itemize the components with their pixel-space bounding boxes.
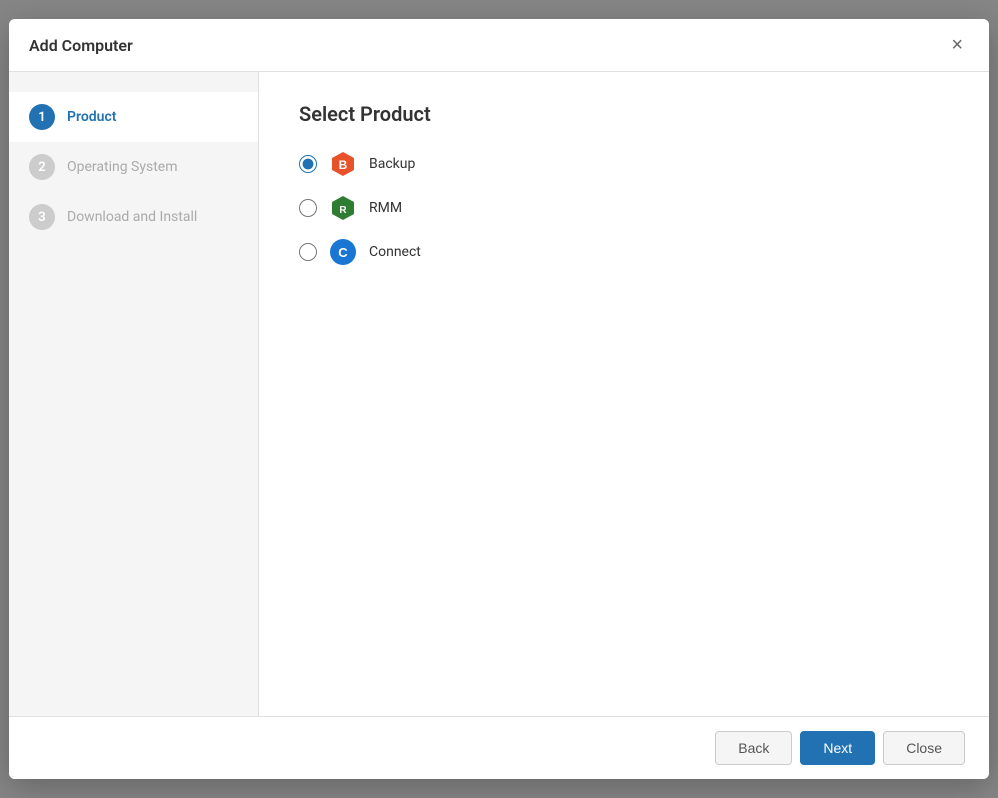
svg-text:R: R [339,205,347,216]
modal-overlay: Add Computer × 1 Product 2 Operating Sys… [0,0,998,798]
main-content: Select Product B Backup [259,72,989,716]
product-item-backup[interactable]: B Backup [299,150,949,178]
product-list: B Backup R RMM [299,150,949,266]
radio-rmm[interactable] [299,199,317,217]
back-button[interactable]: Back [715,731,792,765]
rmm-icon: R [329,194,357,222]
sidebar-item-download[interactable]: 3 Download and Install [9,192,258,242]
product-name-rmm: RMM [369,200,402,216]
step-label-download: Download and Install [67,209,197,225]
modal-title: Add Computer [29,36,133,55]
step-number-3: 3 [29,204,55,230]
next-button[interactable]: Next [800,731,875,765]
connect-icon: C [329,238,357,266]
sidebar-item-os[interactable]: 2 Operating System [9,142,258,192]
backup-icon: B [329,150,357,178]
product-item-rmm[interactable]: R RMM [299,194,949,222]
svg-text:B: B [339,158,348,172]
section-title: Select Product [299,102,949,126]
modal-footer: Back Next Close [9,716,989,779]
step-label-product: Product [67,109,116,125]
product-item-connect[interactable]: C Connect [299,238,949,266]
step-number-1: 1 [29,104,55,130]
modal-close-button[interactable]: × [945,33,969,57]
modal-body: 1 Product 2 Operating System 3 Download … [9,72,989,716]
close-button[interactable]: Close [883,731,965,765]
sidebar: 1 Product 2 Operating System 3 Download … [9,72,259,716]
modal: Add Computer × 1 Product 2 Operating Sys… [9,19,989,779]
product-name-connect: Connect [369,244,421,260]
sidebar-item-product[interactable]: 1 Product [9,92,258,142]
step-number-2: 2 [29,154,55,180]
modal-header: Add Computer × [9,19,989,72]
radio-connect[interactable] [299,243,317,261]
radio-backup[interactable] [299,155,317,173]
step-label-os: Operating System [67,159,178,175]
product-name-backup: Backup [369,156,415,172]
svg-text:C: C [338,245,348,260]
